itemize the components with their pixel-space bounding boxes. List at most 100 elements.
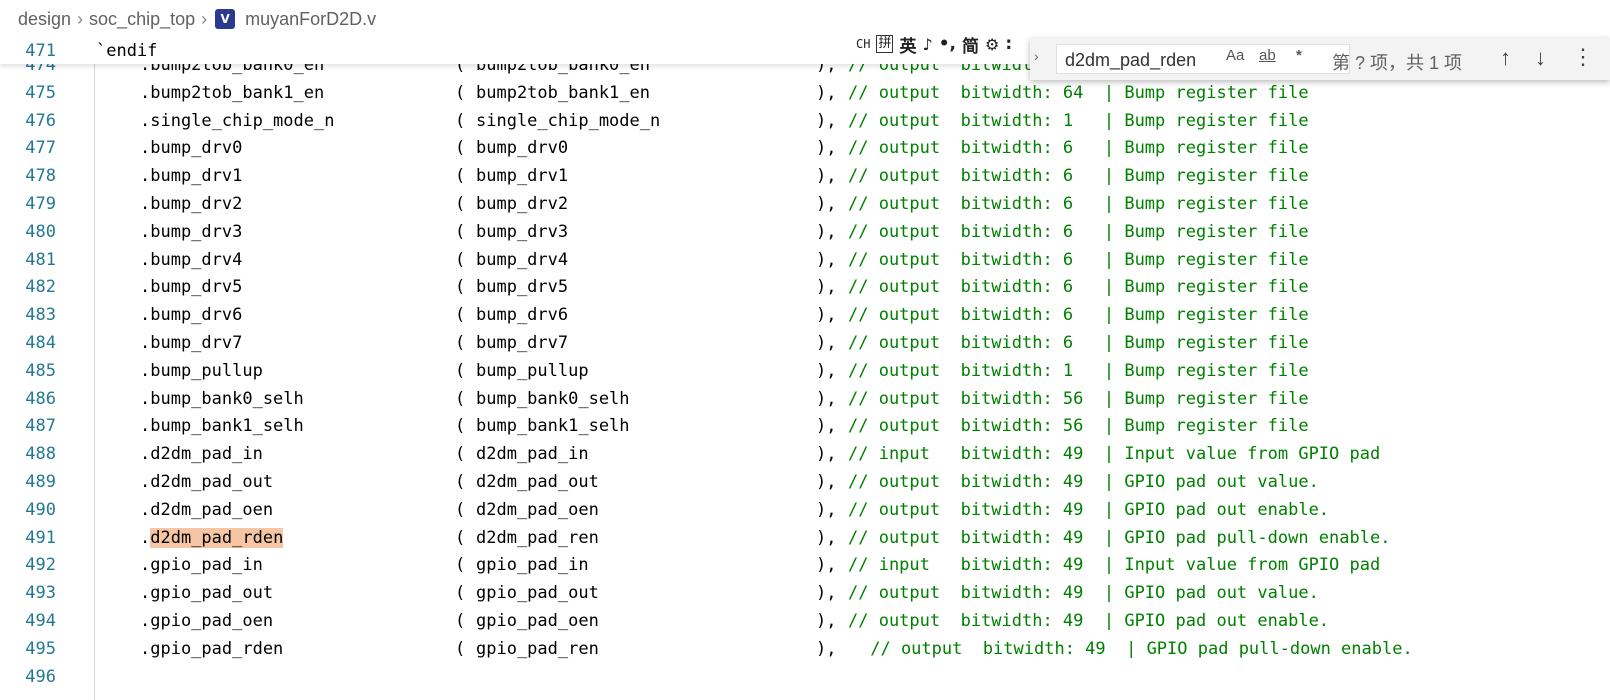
toggle-replace-icon[interactable]: ›: [1034, 48, 1039, 64]
line-number: 486: [25, 388, 56, 409]
close-paren: ),: [816, 249, 837, 270]
open-paren: (: [455, 472, 466, 492]
code-line[interactable]: 496: [0, 663, 1610, 691]
code-comment: // output bitwidth: 6 | Bump register fi…: [848, 277, 1309, 298]
match-case-icon[interactable]: Aa: [1226, 47, 1244, 64]
code-line[interactable]: 488 .d2dm_pad_in (d2dm_pad_in), // input bi…: [0, 440, 1610, 468]
signal-name: gpio_pad_in: [476, 555, 589, 576]
code-comment: // output bitwidth: 6 | Bump register fi…: [848, 333, 1309, 353]
line-number: 475: [25, 82, 56, 103]
port-name: .d2dm_pad_out: [140, 472, 274, 492]
code-editor[interactable]: 474 .bump2tob_bank0_en(bump2tob_bank0_en)…: [0, 0, 1610, 700]
port-name: .bump_drv7: [140, 333, 243, 353]
open-paren: (: [455, 333, 466, 353]
code-line[interactable]: 492 .gpio_pad_in (gpio_pad_in), // input bi…: [0, 551, 1610, 579]
line-number: 494: [25, 611, 56, 631]
port-name: .bump2tob_bank1_en: [140, 82, 325, 103]
signal-name: d2dm_pad_ren: [476, 527, 599, 548]
code-line[interactable]: 476 .single_chip_mode_n (single_chip_mode_…: [0, 107, 1610, 135]
code-line[interactable]: 481 .bump_drv4 (bump_drv4), // output bitwi…: [0, 246, 1610, 274]
code-comment: // output bitwidth: 49 | GPIO pad pull-d…: [848, 527, 1391, 548]
port-name: .bump_bank0_selh: [140, 388, 304, 409]
ime-moon-icon[interactable]: ♪: [922, 35, 932, 54]
code-line[interactable]: 490 .d2dm_pad_oen (d2dm_pad_oen), // output…: [0, 496, 1610, 524]
ime-simplified-button[interactable]: 简: [962, 32, 979, 57]
port-name: .bump_drv6: [140, 305, 243, 326]
ime-english-button[interactable]: 英: [899, 32, 916, 57]
close-paren: ),: [816, 166, 837, 187]
code-comment: // output bitwidth: 6 | Bump register fi…: [848, 194, 1309, 214]
code-line[interactable]: 475 .bump2tob_bank1_en (bump2tob_bank1_en)…: [0, 79, 1610, 107]
port-name: .bump_drv2: [140, 194, 243, 214]
close-paren: ),: [816, 277, 837, 298]
code-line[interactable]: 477 .bump_drv0 (bump_drv0), // output bitwi…: [0, 134, 1610, 162]
search-match-highlight: d2dm_pad_rden: [150, 527, 284, 548]
signal-name: bump_drv5: [476, 277, 569, 298]
code-comment: // output bitwidth: 6 | Bump register fi…: [848, 166, 1309, 187]
open-paren: (: [455, 277, 466, 298]
line-number: 481: [25, 249, 56, 270]
code-line[interactable]: 479 .bump_drv2 (bump_drv2), // output bitwi…: [0, 190, 1610, 218]
open-paren: (: [455, 499, 466, 520]
close-paren: ),: [816, 472, 837, 492]
find-input[interactable]: d2dm_pad_rden: [1056, 44, 1350, 74]
close-paren: ),: [816, 527, 837, 548]
ime-ch-button[interactable]: CH: [856, 37, 870, 51]
line-number: 489: [25, 472, 56, 492]
open-paren: (: [455, 194, 466, 214]
line-number: 480: [25, 221, 56, 242]
line-number: 477: [25, 138, 56, 159]
open-paren: (: [455, 305, 466, 326]
code-comment: // input bitwidth: 49 | Input value from…: [848, 555, 1381, 576]
code-comment: // output bitwidth: 1 | Bump register fi…: [848, 360, 1309, 381]
line-number: 479: [25, 194, 56, 214]
open-paren: (: [455, 360, 466, 381]
code-line[interactable]: 493 .gpio_pad_out (gpio_pad_out), // output…: [0, 579, 1610, 607]
open-paren: (: [455, 638, 466, 659]
code-comment: // output bitwidth: 56 | Bump register f…: [848, 416, 1309, 437]
line-number: 471: [25, 41, 56, 61]
signal-name: gpio_pad_oen: [476, 611, 599, 631]
signal-name: gpio_pad_ren: [476, 638, 599, 659]
close-paren: ),: [816, 388, 837, 409]
code-line[interactable]: 484 .bump_drv7 (bump_drv7), // output bitwi…: [0, 329, 1610, 357]
code-comment: // output bitwidth: 6 | Bump register fi…: [848, 249, 1309, 270]
code-line[interactable]: 480 .bump_drv3 (bump_drv3), // output bitwi…: [0, 218, 1610, 246]
ime-settings-icon[interactable]: ⚙: [985, 35, 999, 54]
signal-name: d2dm_pad_in: [476, 444, 589, 465]
match-whole-word-icon[interactable]: ab: [1259, 47, 1276, 64]
previous-match-icon[interactable]: ↑: [1500, 45, 1511, 71]
close-paren: ),: [816, 416, 837, 437]
open-paren: (: [455, 416, 466, 437]
open-paren: (: [455, 166, 466, 187]
signal-name: d2dm_pad_out: [476, 472, 599, 492]
close-paren: ),: [816, 583, 837, 604]
port-name: .bump_drv1: [140, 166, 243, 187]
ime-punctuation-icon[interactable]: •,: [939, 34, 956, 54]
port-name: .gpio_pad_in: [140, 555, 263, 576]
port-name: .bump_pullup: [140, 360, 263, 381]
close-paren: ),: [816, 611, 837, 631]
line-number: 495: [25, 638, 56, 659]
ime-pinyin-button[interactable]: 拼: [876, 35, 894, 53]
code-line[interactable]: 486 .bump_bank0_selh (bump_bank0_selh), // …: [0, 385, 1610, 413]
signal-name: bump_drv7: [476, 333, 569, 353]
code-comment: // output bitwidth: 6 | Bump register fi…: [848, 305, 1309, 326]
code-line[interactable]: 489 .d2dm_pad_out (d2dm_pad_out), // output…: [0, 468, 1610, 496]
code-line[interactable]: 482 .bump_drv5 (bump_drv5), // output bitwi…: [0, 273, 1610, 301]
code-line[interactable]: 491 .d2dm_pad_rden (d2dm_pad_ren), // outpu…: [0, 524, 1610, 552]
next-match-icon[interactable]: ↓: [1535, 45, 1546, 71]
signal-name: bump_drv1: [476, 166, 569, 187]
more-options-icon[interactable]: ⋮: [1572, 44, 1594, 70]
code-line[interactable]: 478 .bump_drv1 (bump_drv1), // output bitwi…: [0, 162, 1610, 190]
find-result-status: 第 ? 项，共 1 项: [1332, 53, 1463, 73]
port-name: .bump_drv3: [140, 221, 243, 242]
use-regex-icon[interactable]: *: [1296, 47, 1302, 64]
code-line[interactable]: 487 .bump_bank1_selh (bump_bank1_selh), // …: [0, 412, 1610, 440]
sticky-code-text: `endif: [96, 41, 158, 61]
code-line[interactable]: 495 .gpio_pad_rden (gpio_pad_ren), // outp…: [0, 635, 1610, 663]
code-line[interactable]: 494 .gpio_pad_oen (gpio_pad_oen), // output…: [0, 607, 1610, 635]
code-line[interactable]: 483 .bump_drv6 (bump_drv6), // output bitwi…: [0, 301, 1610, 329]
ime-more-icon[interactable]: :: [1005, 34, 1012, 54]
code-line[interactable]: 485 .bump_pullup (bump_pullup), // output b…: [0, 357, 1610, 385]
